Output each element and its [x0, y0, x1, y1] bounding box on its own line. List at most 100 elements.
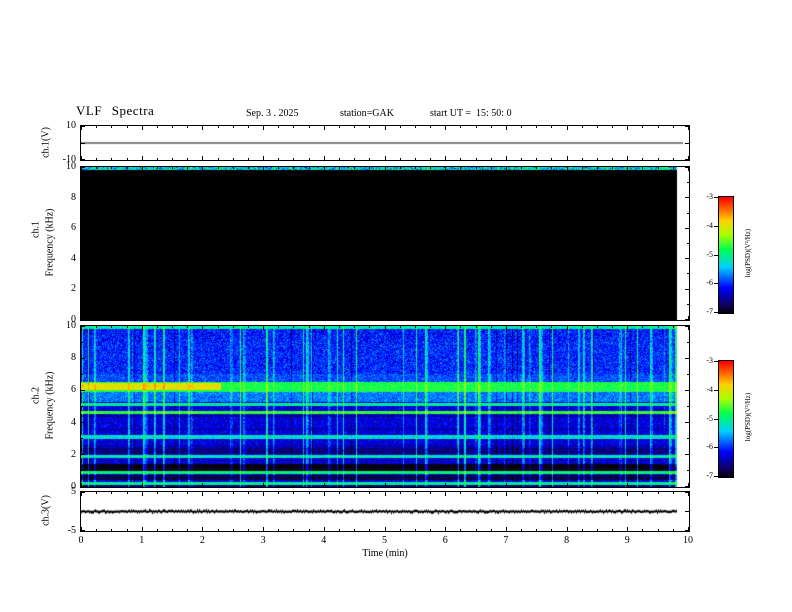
x-minor-tick — [612, 318, 613, 320]
x-minor-tick — [187, 326, 188, 328]
x-minor-tick — [339, 167, 340, 169]
x-minor-tick — [369, 326, 370, 328]
x-minor-tick — [612, 126, 613, 128]
x-minor-tick — [460, 485, 461, 487]
y-major-tick — [81, 258, 85, 259]
x-major-tick — [627, 527, 628, 531]
x-minor-tick — [521, 126, 522, 128]
x-minor-tick — [491, 126, 492, 128]
x-major-tick — [142, 156, 143, 160]
x-minor-tick — [96, 167, 97, 169]
x-tick-label: 8 — [564, 535, 570, 546]
y-minor-tick — [687, 304, 689, 305]
colorbar-tick — [714, 361, 718, 362]
y-major-tick — [81, 167, 85, 168]
x-minor-tick — [96, 326, 97, 328]
colorbar-tick-label: -4 — [706, 221, 713, 230]
x-major-tick — [445, 492, 446, 496]
x-minor-tick — [673, 326, 674, 328]
x-tick-label: 0 — [78, 535, 84, 546]
x-minor-tick — [642, 529, 643, 531]
y-major-tick — [81, 228, 85, 229]
x-minor-tick — [354, 529, 355, 531]
x-minor-tick — [658, 529, 659, 531]
x-major-tick — [385, 156, 386, 160]
x-minor-tick — [96, 492, 97, 494]
x-major-tick — [445, 126, 446, 130]
x-minor-tick — [415, 318, 416, 320]
x-minor-tick — [658, 126, 659, 128]
x-minor-tick — [415, 529, 416, 531]
y-minor-tick — [81, 213, 83, 214]
x-major-tick — [324, 527, 325, 531]
x-major-tick — [324, 316, 325, 320]
x-minor-tick — [339, 126, 340, 128]
x-minor-tick — [293, 492, 294, 494]
x-minor-tick — [96, 158, 97, 160]
x-major-tick — [263, 527, 264, 531]
x-minor-tick — [582, 126, 583, 128]
x-major-tick — [445, 167, 446, 171]
x-minor-tick — [415, 485, 416, 487]
y-tick-label: 4 — [71, 252, 76, 264]
x-minor-tick — [309, 485, 310, 487]
x-minor-tick — [248, 158, 249, 160]
x-minor-tick — [491, 167, 492, 169]
y-minor-tick — [81, 374, 83, 375]
x-major-tick — [385, 316, 386, 320]
x-minor-tick — [157, 326, 158, 328]
x-minor-tick — [673, 485, 674, 487]
y-major-tick — [685, 492, 689, 493]
x-minor-tick — [491, 326, 492, 328]
x-minor-tick — [172, 326, 173, 328]
x-minor-tick — [597, 326, 598, 328]
x-minor-tick — [172, 318, 173, 320]
y-tick-label: 6 — [71, 384, 76, 396]
x-tick-label: 1 — [139, 535, 145, 546]
x-minor-tick — [536, 326, 537, 328]
y-major-tick — [685, 167, 689, 168]
x-minor-tick — [551, 126, 552, 128]
colorbar-tick-label: -5 — [706, 250, 713, 259]
ch1-colorbar — [718, 196, 734, 314]
x-minor-tick — [415, 326, 416, 328]
x-major-tick — [263, 167, 264, 171]
x-major-tick — [142, 492, 143, 496]
x-minor-tick — [278, 158, 279, 160]
x-minor-tick — [187, 318, 188, 320]
x-minor-tick — [218, 326, 219, 328]
x-minor-tick — [369, 529, 370, 531]
x-minor-tick — [491, 158, 492, 160]
x-minor-tick — [187, 158, 188, 160]
y-minor-tick — [81, 304, 83, 305]
x-major-tick — [324, 126, 325, 130]
x-major-tick — [445, 483, 446, 487]
x-minor-tick — [597, 167, 598, 169]
x-minor-tick — [233, 167, 234, 169]
y-tick-label: 2 — [71, 448, 76, 460]
x-minor-tick — [248, 318, 249, 320]
x-minor-tick — [369, 318, 370, 320]
x-minor-tick — [233, 126, 234, 128]
x-minor-tick — [551, 158, 552, 160]
y-major-tick — [685, 228, 689, 229]
x-minor-tick — [476, 492, 477, 494]
colorbar-tick — [714, 476, 718, 477]
x-minor-tick — [612, 529, 613, 531]
x-minor-tick — [612, 492, 613, 494]
x-minor-tick — [521, 318, 522, 320]
x-tick-label: 7 — [503, 535, 509, 546]
x-minor-tick — [233, 529, 234, 531]
y-tick-label: 8 — [71, 191, 76, 203]
x-minor-tick — [582, 326, 583, 328]
x-minor-tick — [354, 318, 355, 320]
x-major-tick — [627, 492, 628, 496]
x-minor-tick — [491, 318, 492, 320]
x-major-tick — [567, 527, 568, 531]
colorbar-tick-label: -4 — [706, 385, 713, 394]
x-minor-tick — [430, 529, 431, 531]
y-major-tick — [685, 511, 689, 512]
x-minor-tick — [430, 326, 431, 328]
x-major-tick — [567, 167, 568, 171]
x-minor-tick — [551, 167, 552, 169]
